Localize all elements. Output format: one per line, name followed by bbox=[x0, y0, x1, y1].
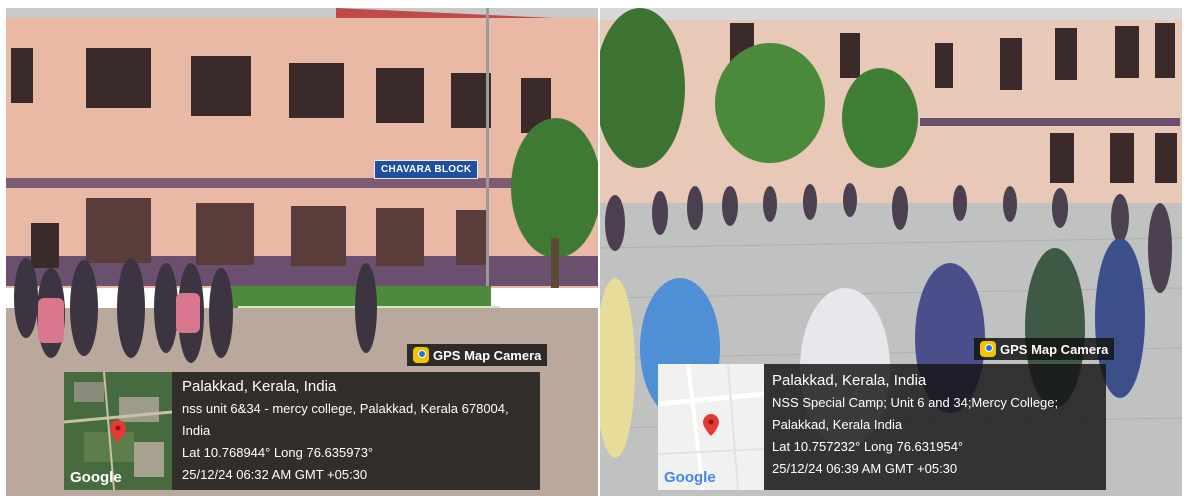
gps-map-camera-icon bbox=[980, 341, 996, 357]
address-line-2: India bbox=[182, 423, 211, 438]
address-line-1: NSS Special Camp; Unit 6 and 34;Mercy Co… bbox=[772, 395, 1059, 410]
address-line-2: Palakkad, Kerala India bbox=[772, 417, 903, 432]
timestamp: 25/12/24 06:32 AM GMT +05:30 bbox=[182, 467, 368, 482]
road-map-thumbnail: Google bbox=[658, 364, 764, 490]
coordinates: Lat 10.768944° Long 76.635973° bbox=[182, 445, 374, 460]
location-title: Palakkad, Kerala, India bbox=[182, 378, 337, 395]
gps-badge: GPS Map Camera bbox=[407, 344, 548, 366]
timestamp: 25/12/24 06:39 AM GMT +05:30 bbox=[772, 461, 958, 476]
geotag-info-panel: Palakkad, Kerala, India nss unit 6&34 - … bbox=[172, 372, 540, 490]
gps-badge: GPS Map Camera bbox=[974, 338, 1115, 360]
gps-badge-label: GPS Map Camera bbox=[1000, 341, 1109, 357]
coordinates: Lat 10.757232° Long 76.631954° bbox=[772, 439, 964, 454]
building-sign: CHAVARA BLOCK bbox=[374, 160, 479, 179]
gps-badge-label: GPS Map Camera bbox=[433, 347, 542, 363]
geotag-info-panel: Palakkad, Kerala, India NSS Special Camp… bbox=[764, 364, 1106, 490]
address-line-1: nss unit 6&34 - mercy college, Palakkad,… bbox=[182, 401, 509, 416]
photo-left: CHAVARA BLOCK GPS Map Camera Google Pala… bbox=[6, 8, 598, 496]
google-logo: Google bbox=[70, 469, 122, 486]
satellite-map-thumbnail: Google bbox=[64, 372, 172, 490]
location-title: Palakkad, Kerala, India bbox=[772, 372, 927, 389]
photo-right: GPS Map Camera Google Palakkad, Kerala, … bbox=[600, 8, 1182, 496]
google-logo: Google bbox=[664, 469, 716, 486]
gps-map-camera-icon bbox=[413, 347, 429, 363]
